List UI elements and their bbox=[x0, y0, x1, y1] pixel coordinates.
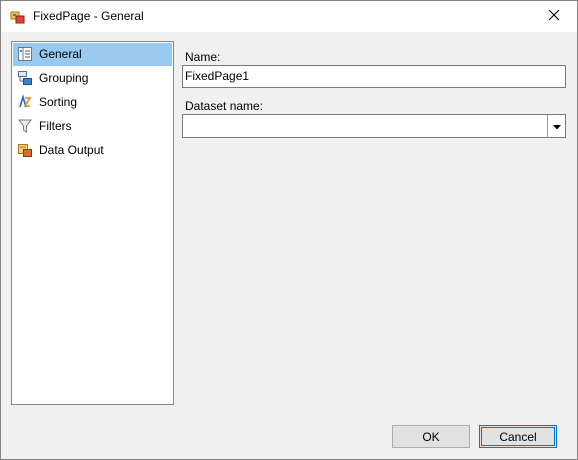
nav-item-sorting[interactable]: Sorting bbox=[13, 91, 172, 114]
report-app-icon bbox=[10, 9, 26, 25]
nav-label-grouping: Grouping bbox=[39, 71, 89, 85]
window-title: FixedPage - General bbox=[33, 9, 144, 23]
nav-item-general[interactable]: General bbox=[13, 43, 172, 66]
nav-item-data-output[interactable]: Data Output bbox=[13, 139, 172, 162]
general-properties-icon bbox=[17, 46, 33, 62]
nav-label-filters: Filters bbox=[39, 119, 72, 133]
chevron-down-icon bbox=[552, 119, 561, 133]
nav-label-data-output: Data Output bbox=[39, 143, 104, 157]
nav-item-grouping[interactable]: Grouping bbox=[13, 67, 172, 90]
name-input-value: FixedPage1 bbox=[185, 69, 250, 83]
sorting-icon bbox=[17, 94, 33, 110]
nav-item-filters[interactable]: Filters bbox=[13, 115, 172, 138]
nav-label-general: General bbox=[39, 47, 82, 61]
cancel-button[interactable]: Cancel bbox=[479, 425, 557, 448]
filter-funnel-icon bbox=[17, 118, 33, 134]
dataset-dropdown-button[interactable] bbox=[547, 115, 565, 137]
nav-label-sorting: Sorting bbox=[39, 95, 78, 109]
name-label: Name: bbox=[185, 50, 221, 64]
ok-button[interactable]: OK bbox=[392, 425, 470, 448]
close-icon bbox=[548, 9, 560, 24]
ok-button-label: OK bbox=[422, 429, 440, 444]
category-list: General Grouping Sorting Filters Data Ou… bbox=[11, 41, 174, 405]
cancel-button-label: Cancel bbox=[499, 429, 537, 444]
data-output-icon bbox=[17, 142, 33, 158]
grouping-icon bbox=[17, 70, 33, 86]
dataset-name-label: Dataset name: bbox=[185, 99, 264, 113]
close-button[interactable] bbox=[531, 1, 577, 32]
dialog-window: FixedPage - General General Grouping Sor… bbox=[0, 0, 578, 460]
title-bar: FixedPage - General bbox=[1, 1, 577, 32]
dataset-name-select[interactable] bbox=[182, 114, 566, 138]
name-input[interactable]: FixedPage1 bbox=[182, 65, 566, 88]
